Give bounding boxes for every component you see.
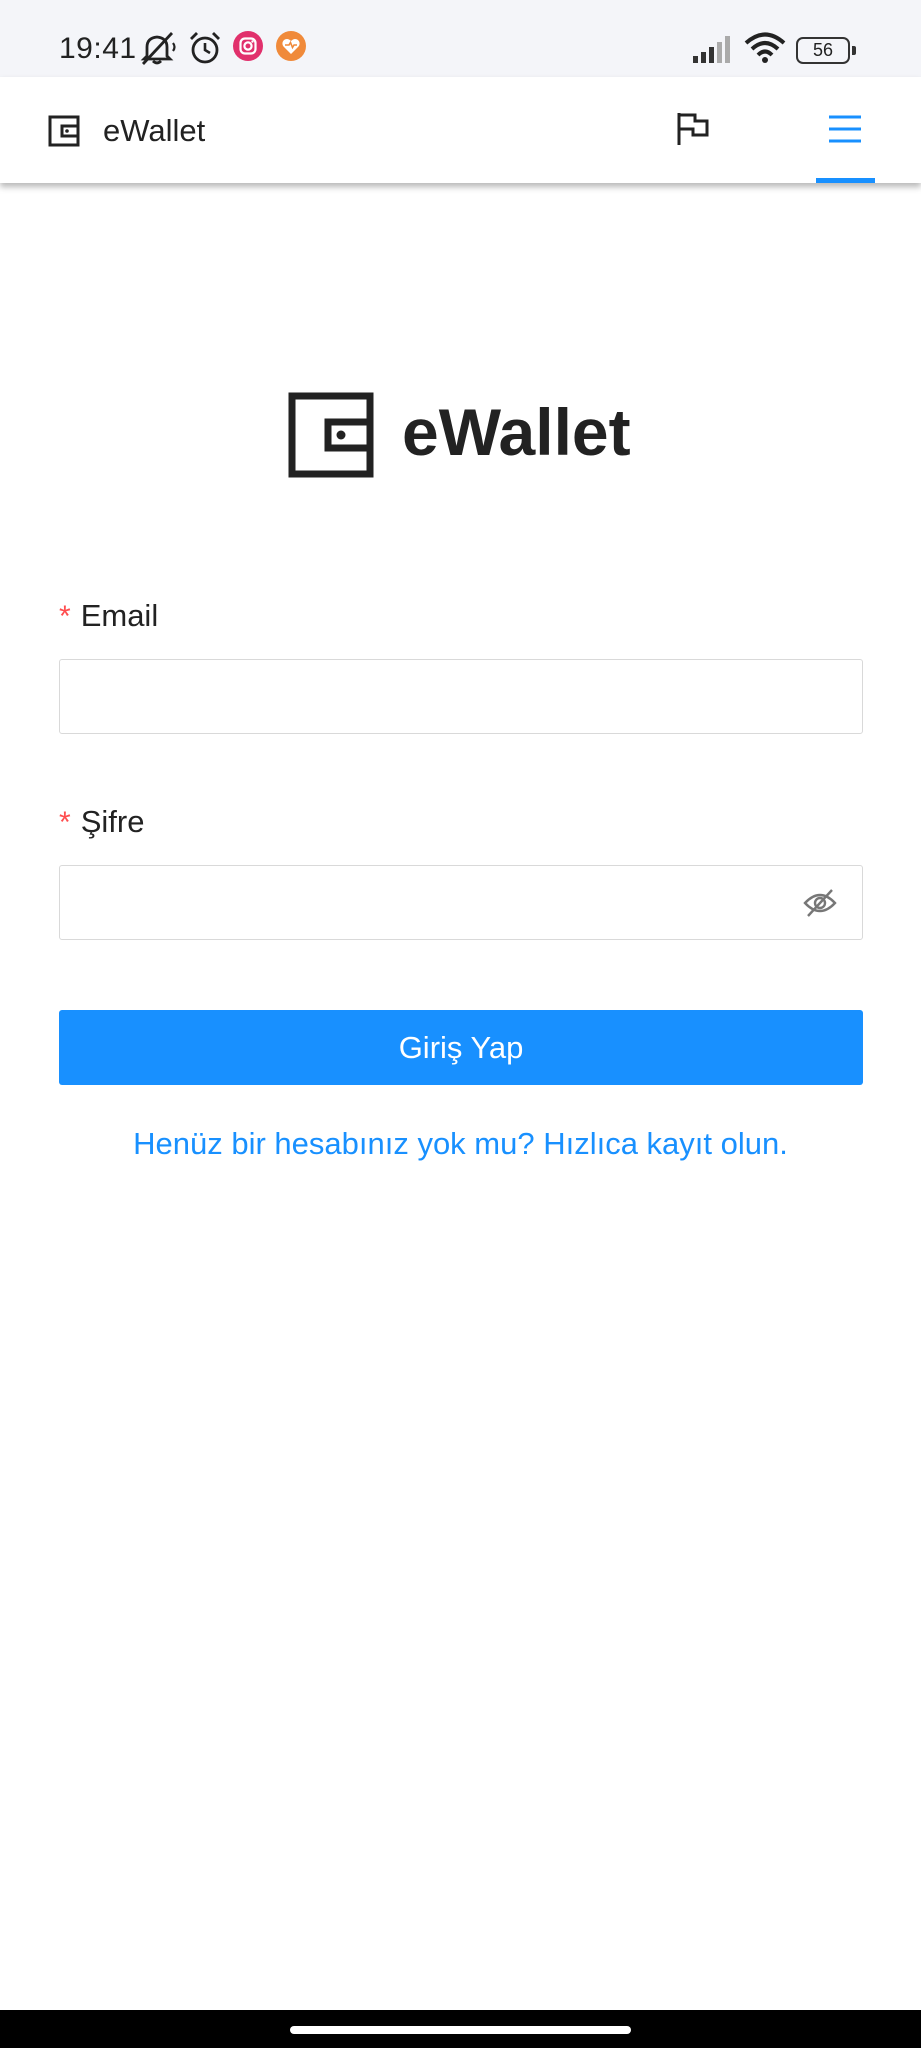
login-button[interactable]: Giriş Yap (59, 1010, 863, 1085)
menu-active-indicator (816, 178, 875, 183)
status-time: 19:41 (59, 32, 137, 65)
top-navbar: eWallet (0, 77, 921, 183)
email-label-text: Email (80, 598, 159, 633)
password-field-wrapper (59, 865, 863, 940)
flag-icon[interactable] (676, 111, 710, 152)
required-mark: * (59, 806, 71, 839)
menu-icon (829, 115, 861, 143)
status-bar: 19:41 56 (0, 0, 921, 77)
required-mark: * (59, 600, 71, 633)
muted-bell-icon (137, 30, 177, 66)
alarm-icon (187, 30, 223, 66)
brand-name: eWallet (402, 395, 631, 469)
email-field[interactable] (74, 660, 834, 732)
instagram-icon (232, 30, 264, 66)
register-link[interactable]: Henüz bir hesabınız yok mu? Hızlıca kayı… (0, 1126, 921, 1162)
battery-icon: 56 (796, 37, 856, 64)
wallet-icon[interactable] (48, 115, 80, 152)
health-app-icon (275, 30, 307, 66)
battery-level: 56 (812, 40, 834, 60)
eye-invisible-icon[interactable] (803, 888, 837, 923)
wifi-icon (744, 32, 786, 68)
email-label: * Email (59, 598, 158, 634)
home-indicator[interactable] (290, 2026, 631, 2034)
signal-icon (692, 34, 734, 70)
wallet-logo-icon (288, 392, 374, 483)
navigation-bar (0, 2010, 921, 2048)
menu-button[interactable] (816, 77, 875, 183)
password-label-text: Şifre (80, 804, 145, 839)
password-label: * Şifre (59, 804, 144, 840)
email-field-wrapper (59, 659, 863, 734)
password-field[interactable] (74, 866, 774, 938)
app-title[interactable]: eWallet (103, 113, 205, 149)
